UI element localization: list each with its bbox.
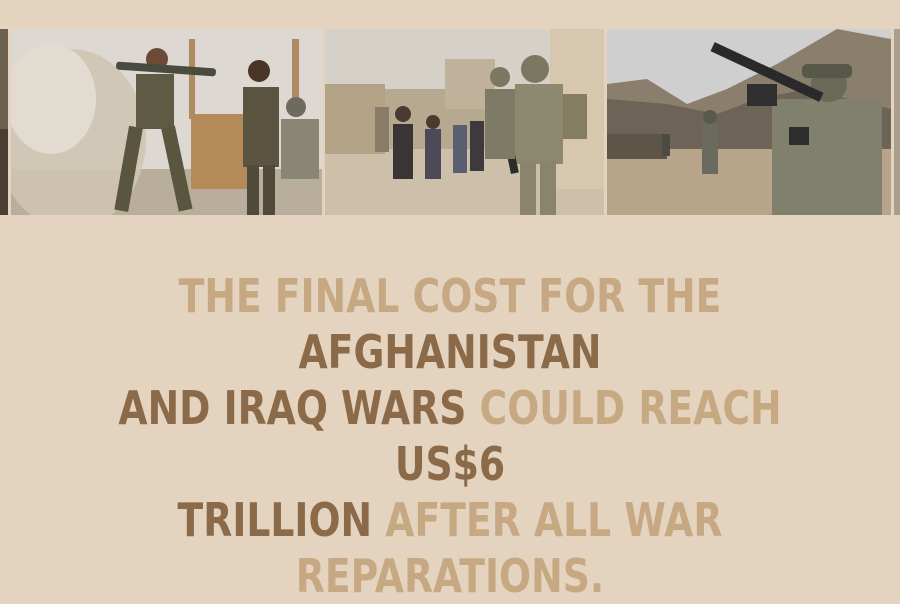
caption-highlight: TRILLION [177, 493, 386, 547]
partial-photo-left [0, 29, 8, 215]
photo-strip [0, 29, 900, 215]
caption-line-3: TRILLION AFTER ALL WAR REPARATIONS. [81, 492, 819, 604]
caption-highlight: AFGHANISTAN [298, 325, 602, 379]
caption-line-2: AND IRAQ WARS COULD REACH US$6 [81, 380, 819, 492]
photo-rocket-launcher-soldiers [11, 29, 322, 215]
headline-caption: THE FINAL COST FOR THE AFGHANISTAN AND I… [81, 268, 819, 604]
caption-text: COULD REACH [479, 381, 782, 435]
caption-highlight: US$6 [394, 437, 506, 491]
partial-photo-right [894, 29, 900, 215]
caption-text: THE FINAL COST FOR THE [178, 269, 722, 323]
photo-soldier-aiming-rifle [607, 29, 891, 215]
caption-line-1: THE FINAL COST FOR THE AFGHANISTAN [81, 268, 819, 380]
photo-soldiers-with-villagers [325, 29, 604, 215]
caption-highlight: AND IRAQ WARS [118, 381, 480, 435]
